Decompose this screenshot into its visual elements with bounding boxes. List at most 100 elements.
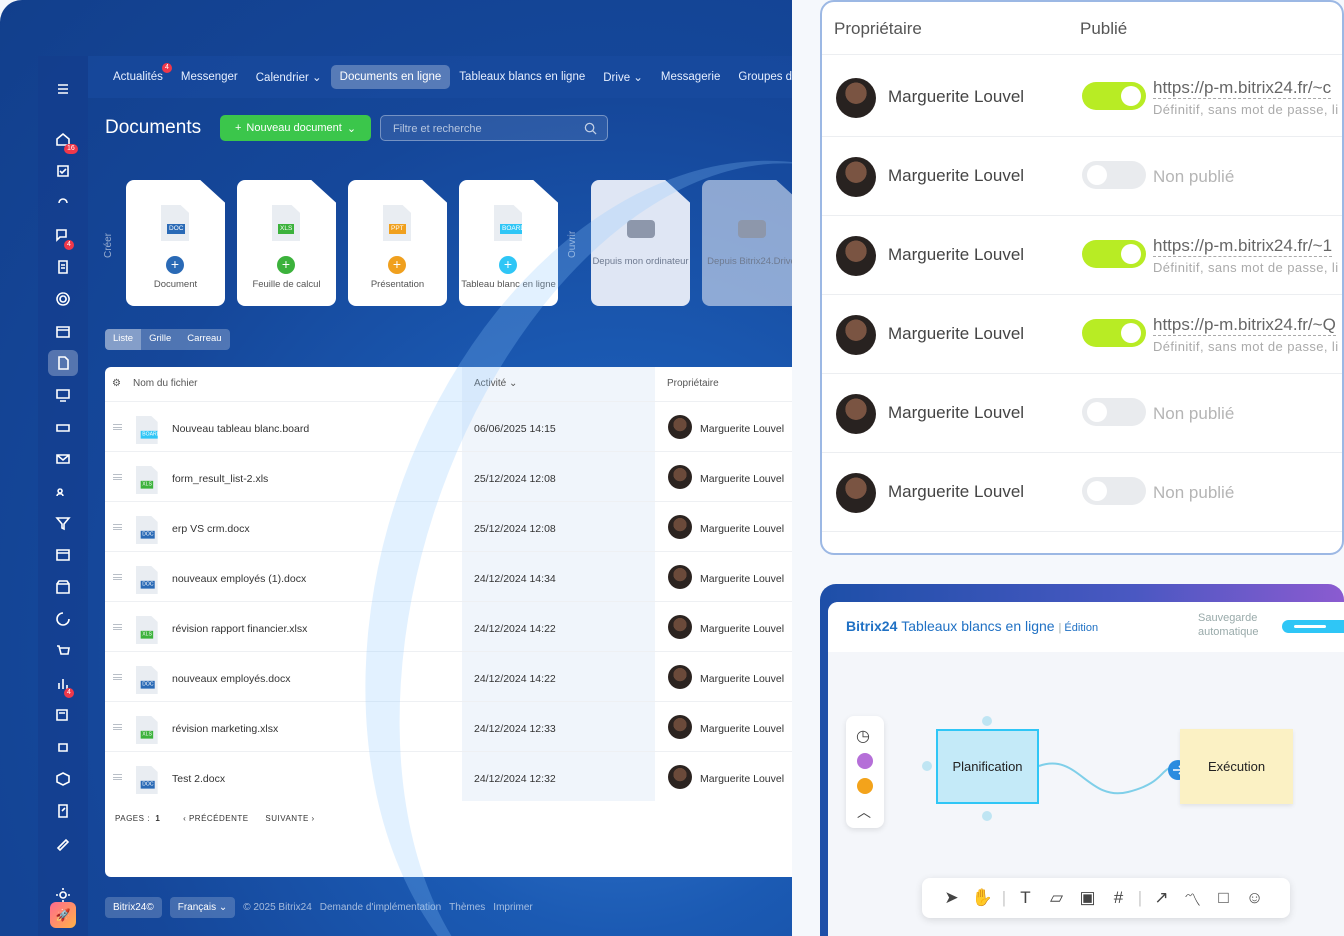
publish-toggle[interactable] xyxy=(1082,161,1146,189)
signature-icon[interactable] xyxy=(48,830,78,856)
open-from-drive-card[interactable]: Depuis Bitrix24.Drive xyxy=(702,180,792,306)
owner-name[interactable]: Marguerite Louvel xyxy=(700,473,784,485)
cube-icon[interactable] xyxy=(48,766,78,792)
owner-name[interactable]: Marguerite Louvel xyxy=(700,673,784,685)
mail-icon[interactable] xyxy=(48,446,78,472)
drag-handle-icon[interactable] xyxy=(113,674,122,680)
create-card-doc[interactable]: DOC + Document xyxy=(126,180,225,306)
drag-handle-icon[interactable] xyxy=(113,474,122,480)
header-name[interactable]: Nom du fichier xyxy=(133,367,197,401)
owner-name[interactable]: Marguerite Louvel xyxy=(700,773,784,785)
contacts-icon[interactable] xyxy=(48,478,78,504)
footer-link[interactable]: Demande d'implémentation xyxy=(320,902,441,913)
brand-button[interactable]: Bitrix24© xyxy=(105,897,162,918)
nav-item[interactable]: Messenger xyxy=(172,65,247,89)
nav-item[interactable]: Documents en ligne xyxy=(330,65,451,89)
rocket-icon[interactable]: 🚀 xyxy=(50,902,76,928)
nav-item[interactable]: Drive ⌄ xyxy=(594,64,652,90)
owner-name[interactable]: Marguerite Louvel xyxy=(700,573,784,585)
drag-handle-icon[interactable] xyxy=(113,724,122,730)
pen-icon[interactable]: 〽 xyxy=(1177,886,1208,911)
nav-item[interactable]: Groupes d xyxy=(729,65,792,89)
publish-toggle[interactable] xyxy=(1082,398,1146,426)
nav-item[interactable]: Messagerie xyxy=(652,65,729,89)
nav-item[interactable]: Calendrier ⌄ xyxy=(247,64,331,90)
cursor-icon[interactable]: ➤ xyxy=(936,888,967,908)
drag-handle-icon[interactable] xyxy=(113,624,122,630)
drag-handle-icon[interactable] xyxy=(113,574,122,580)
file-name[interactable]: Test 2.docx xyxy=(172,773,225,785)
public-link[interactable]: https://p-m.bitrix24.fr/~c xyxy=(1153,78,1332,99)
view-mode-0[interactable]: Liste xyxy=(105,329,142,350)
table-row[interactable]: BOARD Nouveau tableau blanc.board 06/06/20… xyxy=(105,401,792,451)
next-page-link[interactable]: SUIVANTE › xyxy=(265,814,314,823)
cart-icon[interactable] xyxy=(48,638,78,664)
publish-toggle[interactable] xyxy=(1082,477,1146,505)
open-from-computer-card[interactable]: Depuis mon ordinateur xyxy=(591,180,690,306)
table-row[interactable]: XLS révision marketing.xlsx 24/12/2024 12:… xyxy=(105,701,792,751)
nav-item[interactable]: Tableaux blancs en ligne xyxy=(450,65,594,89)
hand-icon[interactable]: ✋ xyxy=(967,888,998,908)
drag-handle-icon[interactable] xyxy=(113,524,122,530)
language-select[interactable]: Français ⌄ xyxy=(169,897,236,918)
settings-gear-icon[interactable]: ⚙ xyxy=(112,367,121,401)
search-input[interactable]: Filtre et recherche xyxy=(380,115,608,141)
create-card-ppt[interactable]: PPT + Présentation xyxy=(348,180,447,306)
sites-icon[interactable] xyxy=(48,542,78,568)
public-link[interactable]: https://p-m.bitrix24.fr/~1 xyxy=(1153,236,1333,257)
news-icon[interactable] xyxy=(48,702,78,728)
footer-link[interactable]: Imprimer xyxy=(493,902,532,913)
edit-doc-icon[interactable] xyxy=(48,798,78,824)
file-name[interactable]: révision marketing.xlsx xyxy=(172,723,278,735)
file-name[interactable]: erp VS crm.docx xyxy=(172,523,250,535)
view-mode-1[interactable]: Grille xyxy=(141,329,179,350)
drive-icon[interactable] xyxy=(48,414,78,440)
text-icon[interactable]: T xyxy=(1010,888,1041,908)
feed-icon[interactable] xyxy=(48,190,78,216)
document-icon[interactable] xyxy=(48,350,78,376)
public-link[interactable]: https://p-m.bitrix24.fr/~Q xyxy=(1153,315,1336,336)
board-icon[interactable] xyxy=(48,382,78,408)
create-card-xls[interactable]: XLS + Feuille de calcul xyxy=(237,180,336,306)
drag-handle-icon[interactable] xyxy=(113,424,122,430)
shape-icon[interactable]: □ xyxy=(1208,888,1239,908)
image-icon[interactable]: ▣ xyxy=(1072,888,1103,908)
owner-name[interactable]: Marguerite Louvel xyxy=(700,623,784,635)
table-row[interactable]: DOC nouveaux employés.docx 24/12/2024 14:2… xyxy=(105,651,792,701)
create-card-board[interactable]: BOARD + Tableau blanc en ligne xyxy=(459,180,558,306)
drag-handle-icon[interactable] xyxy=(113,774,122,780)
nav-item[interactable]: Actualités 4 xyxy=(104,63,172,89)
execution-node[interactable]: Exécution xyxy=(1180,729,1293,804)
file-name[interactable]: nouveaux employés (1).docx xyxy=(172,573,306,585)
publish-toggle[interactable] xyxy=(1082,240,1146,268)
robot-icon[interactable] xyxy=(48,734,78,760)
table-row[interactable]: XLS révision rapport financier.xlsx 24/12/… xyxy=(105,601,792,651)
store-icon[interactable] xyxy=(48,574,78,600)
calendar-icon[interactable] xyxy=(48,318,78,344)
header-activity[interactable]: Activité ⌄ xyxy=(474,367,517,401)
emoji-icon[interactable]: ☺ xyxy=(1239,888,1270,908)
file-name[interactable]: form_result_list-2.xls xyxy=(172,473,268,485)
owner-name[interactable]: Marguerite Louvel xyxy=(700,723,784,735)
owner-name[interactable]: Marguerite Louvel xyxy=(700,523,784,535)
footer-link[interactable]: Thèmes xyxy=(449,902,485,913)
view-mode-2[interactable]: Carreau xyxy=(179,329,229,350)
table-row[interactable]: XLS form_result_list-2.xls 25/12/2024 12:0… xyxy=(105,451,792,501)
sticky-note-icon[interactable]: ▱ xyxy=(1041,888,1072,908)
arrow-icon[interactable]: ↗ xyxy=(1146,888,1177,908)
file-name[interactable]: nouveaux employés.docx xyxy=(172,673,291,685)
new-document-button[interactable]: + Nouveau document ⌄ xyxy=(220,115,371,141)
file-name[interactable]: Nouveau tableau blanc.board xyxy=(172,423,309,435)
publish-toggle[interactable] xyxy=(1082,82,1146,110)
frame-icon[interactable]: # xyxy=(1103,888,1134,908)
file-name[interactable]: révision rapport financier.xlsx xyxy=(172,623,307,635)
funnel-icon[interactable] xyxy=(48,510,78,536)
table-row[interactable]: DOC Test 2.docx 24/12/2024 12:32 Marguerite… xyxy=(105,751,792,801)
publish-toggle[interactable] xyxy=(1082,319,1146,347)
table-row[interactable]: DOC erp VS crm.docx 25/12/2024 12:08 Margue… xyxy=(105,501,792,551)
planning-node[interactable]: Planification xyxy=(936,729,1039,804)
analytics-icon[interactable] xyxy=(48,606,78,632)
header-owner[interactable]: Propriétaire xyxy=(667,367,719,401)
document-list-icon[interactable] xyxy=(48,254,78,280)
target-icon[interactable] xyxy=(48,286,78,312)
